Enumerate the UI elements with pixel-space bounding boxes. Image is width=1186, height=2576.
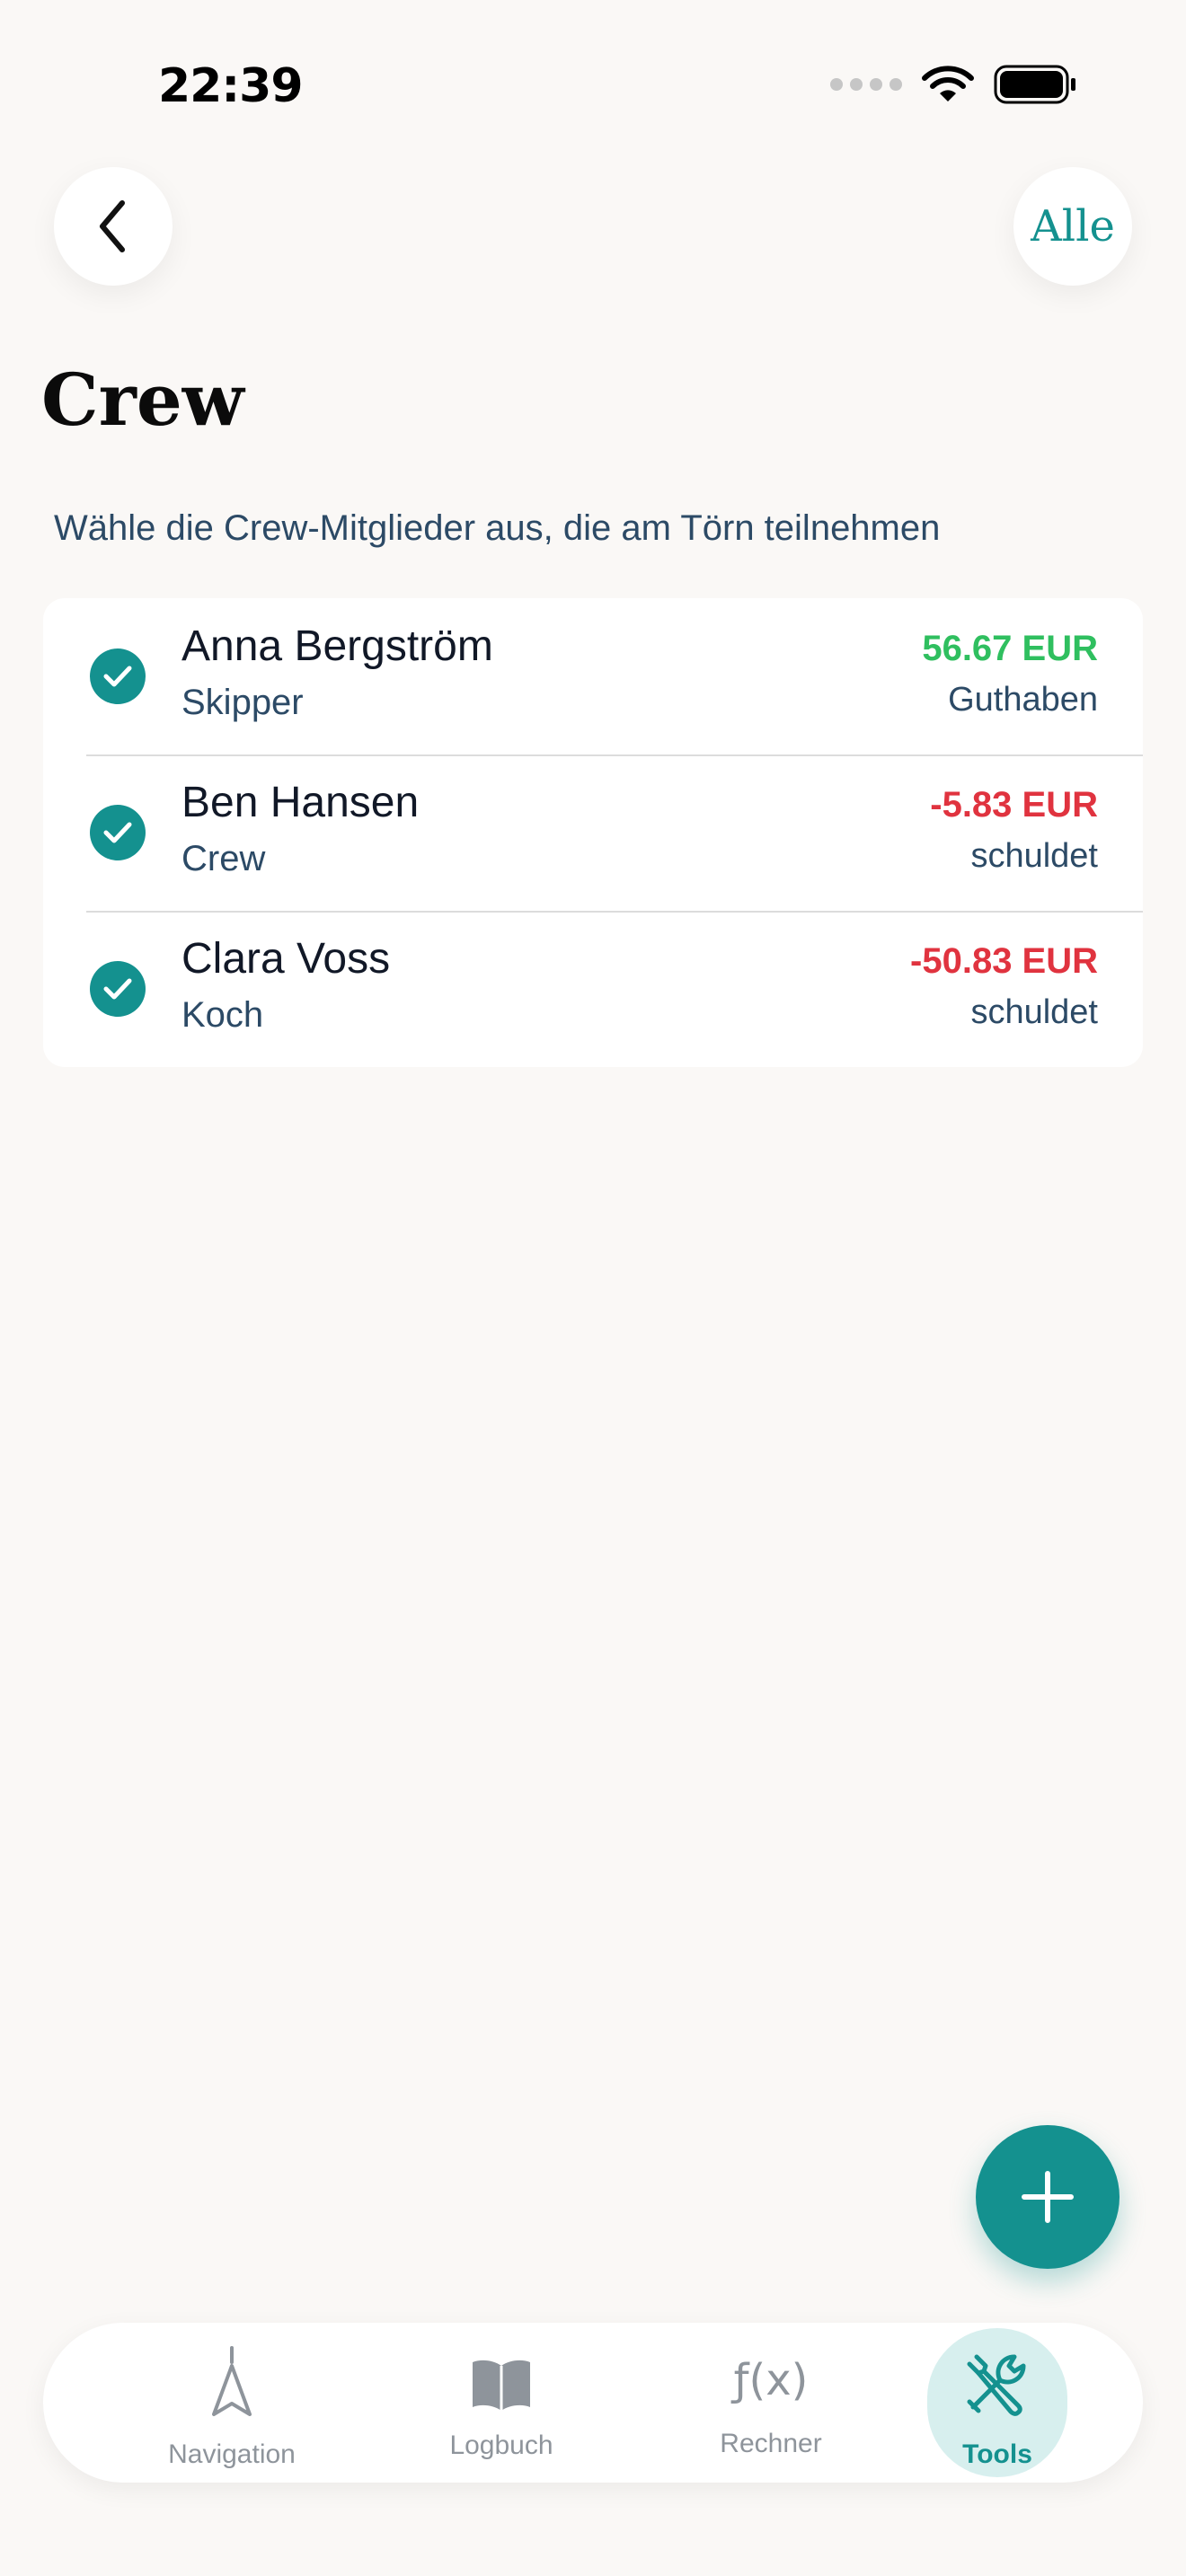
- crew-role: Koch: [181, 995, 264, 1035]
- crew-name: Anna Bergström: [181, 622, 493, 670]
- crew-balance: -5.83 EUR: [930, 785, 1098, 825]
- chevron-left-icon: [100, 200, 125, 252]
- crew-role: Skipper: [181, 683, 304, 722]
- tab-label: Navigation: [168, 2439, 296, 2469]
- cellular-signal-icon: [830, 78, 902, 91]
- crew-name: Clara Voss: [181, 935, 391, 983]
- back-button[interactable]: [54, 167, 173, 286]
- page-subtitle: Wähle die Crew-Mitglieder aus, die am Tö…: [54, 508, 941, 548]
- crew-row-clara[interactable]: Clara Voss Koch -50.83 EUR schuldet: [43, 911, 1143, 1067]
- battery-icon: [994, 65, 1075, 104]
- tab-navigation[interactable]: Navigation: [133, 2323, 331, 2483]
- crew-balance-status: schuldet: [970, 993, 1098, 1031]
- tab-bar: Navigation Logbuch ƒ(x) Rechner Tools: [43, 2323, 1143, 2483]
- tab-label: Rechner: [720, 2429, 822, 2458]
- function-icon: ƒ(x): [733, 2355, 809, 2405]
- add-crew-member-button[interactable]: [976, 2125, 1120, 2269]
- select-all-button[interactable]: Alle: [1013, 167, 1132, 286]
- tools-icon: [967, 2354, 1026, 2416]
- status-time: 22:39: [158, 59, 304, 113]
- tab-tools[interactable]: Tools: [927, 2328, 1067, 2477]
- tab-label: Logbuch: [449, 2430, 553, 2460]
- tab-rechner[interactable]: ƒ(x) Rechner: [672, 2323, 870, 2483]
- crew-role: Crew: [181, 839, 266, 878]
- book-icon: [473, 2360, 530, 2411]
- page-title: Crew: [41, 357, 244, 442]
- checkmark-icon[interactable]: [90, 648, 146, 704]
- navigation-arrow-icon: [212, 2346, 252, 2416]
- crew-name: Ben Hansen: [181, 779, 420, 826]
- checkmark-icon[interactable]: [90, 961, 146, 1017]
- tab-logbuch[interactable]: Logbuch: [403, 2323, 600, 2483]
- wifi-icon: [922, 66, 974, 101]
- checkmark-icon[interactable]: [90, 805, 146, 860]
- status-indicators: [830, 65, 1078, 104]
- crew-balance: 56.67 EUR: [922, 629, 1098, 668]
- crew-balance-status: Guthaben: [948, 681, 1098, 719]
- crew-balance-status: schuldet: [970, 837, 1098, 875]
- plus-icon: [1022, 2171, 1074, 2223]
- crew-row-anna[interactable]: Anna Bergström Skipper 56.67 EUR Guthabe…: [43, 598, 1143, 754]
- tab-label: Tools: [962, 2439, 1032, 2469]
- crew-row-ben[interactable]: Ben Hansen Crew -5.83 EUR schuldet: [43, 754, 1143, 911]
- crew-list: Anna Bergström Skipper 56.67 EUR Guthabe…: [43, 598, 1143, 1067]
- crew-balance: -50.83 EUR: [910, 941, 1098, 981]
